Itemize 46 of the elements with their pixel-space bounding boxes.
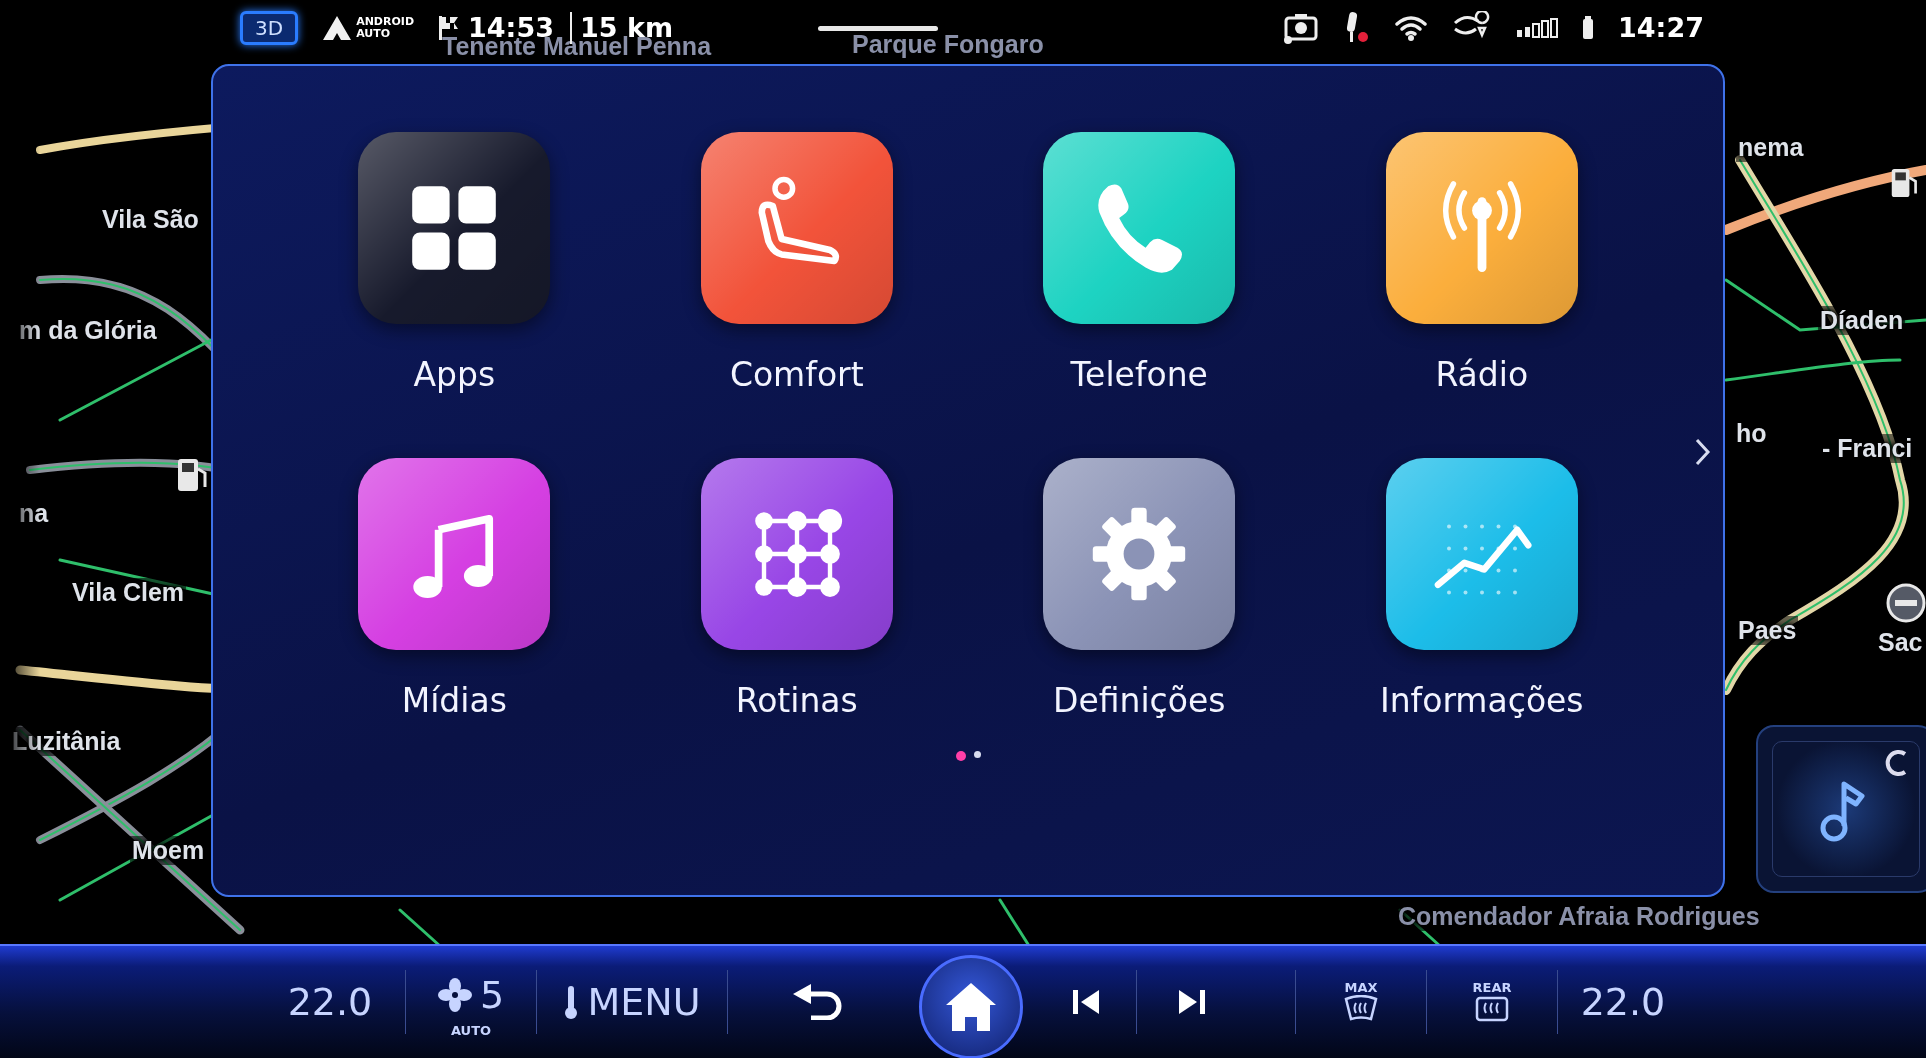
app-label: Definições [1053, 679, 1226, 722]
wifi-icon [1394, 14, 1429, 42]
windshield-defrost-icon [1343, 995, 1379, 1023]
app-label: Rotinas [735, 679, 858, 722]
media-widget[interactable] [1756, 725, 1926, 893]
app-label: Comfort [729, 354, 864, 396]
max-defrost-button[interactable]: MAX [1343, 981, 1379, 1023]
app-tile[interactable] [1385, 132, 1578, 324]
fan-icon [437, 978, 472, 1012]
app-label: Rádio [1435, 354, 1529, 396]
app-tile[interactable] [1043, 457, 1236, 650]
clock: 14:27 [1618, 10, 1704, 45]
previous-track-icon[interactable] [1071, 988, 1101, 1016]
brand-text: AUTO [356, 28, 392, 40]
app-label: Informações [1379, 679, 1584, 722]
page-indicator-dot[interactable] [955, 751, 966, 761]
thermometer-icon [563, 984, 580, 1020]
chevron-right-icon[interactable] [1693, 436, 1713, 468]
view-3d-button[interactable]: 3D [240, 11, 299, 45]
brand-text: ANDROID [356, 16, 415, 28]
app-tile[interactable] [358, 457, 551, 650]
loading-arc-icon [1883, 748, 1909, 778]
app-tile[interactable] [700, 132, 893, 324]
rear-defrost-button[interactable]: REAR [1472, 981, 1512, 1023]
next-track-icon[interactable] [1177, 988, 1207, 1016]
triangle-logo-icon [322, 15, 353, 41]
camera-icon [1282, 11, 1321, 45]
temperature-right[interactable]: 22.0 [1580, 973, 1666, 1031]
app-label: Telefone [1070, 354, 1208, 396]
drag-handle[interactable] [817, 25, 938, 31]
back-arrow-icon[interactable] [791, 984, 843, 1020]
temperature-left[interactable]: 22.0 [287, 973, 373, 1031]
app-label: Apps [413, 354, 496, 396]
app-label: Mídias [401, 679, 507, 722]
page-indicator-dot[interactable] [973, 751, 981, 758]
app-tile[interactable] [358, 132, 551, 324]
app-tile[interactable] [1043, 132, 1236, 324]
minus-circle-icon [1886, 583, 1926, 623]
home-icon [944, 981, 998, 1033]
battery-icon [1582, 16, 1595, 40]
rear-window-defrost-icon [1474, 995, 1510, 1023]
app-tile[interactable] [700, 457, 893, 650]
climate-menu-button[interactable]: MENU [563, 973, 701, 1031]
fan-speed-control[interactable]: 5 AUTO [437, 966, 505, 1038]
app-tile[interactable] [1385, 457, 1578, 650]
signal-strength-icon [1516, 18, 1559, 38]
